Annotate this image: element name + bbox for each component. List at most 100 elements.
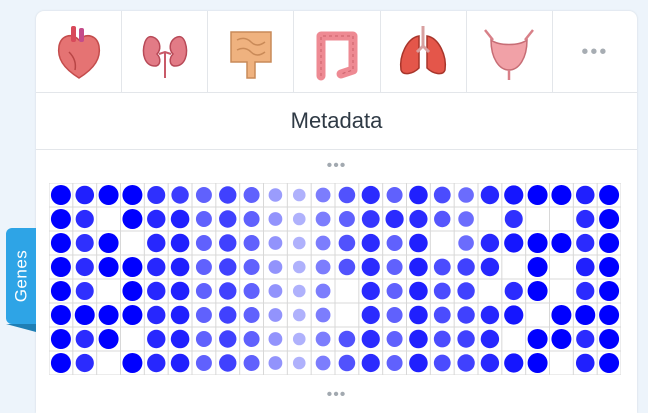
heatmap-dot[interactable]: [268, 284, 283, 298]
heatmap-dot[interactable]: [195, 187, 212, 203]
heatmap-dot[interactable]: [409, 305, 428, 325]
heatmap-dot[interactable]: [170, 233, 190, 253]
heatmap-dot[interactable]: [243, 211, 260, 227]
heatmap-dot[interactable]: [292, 284, 306, 298]
heatmap-dot[interactable]: [361, 233, 380, 253]
heatmap-dot[interactable]: [268, 308, 283, 322]
heatmap-dot[interactable]: [551, 233, 572, 253]
heatmap-dot[interactable]: [50, 329, 71, 349]
heatmap-dot[interactable]: [315, 283, 331, 299]
organ-cell-bladder[interactable]: [467, 11, 553, 92]
heatmap-dot[interactable]: [361, 210, 380, 228]
heatmap-dot[interactable]: [75, 257, 94, 277]
heatmap-dot[interactable]: [551, 329, 572, 349]
heatmap-dot[interactable]: [576, 281, 595, 301]
heatmap-dot[interactable]: [219, 210, 237, 228]
heatmap-dot[interactable]: [575, 353, 595, 373]
heatmap-dot[interactable]: [575, 305, 596, 325]
heatmap-dot[interactable]: [122, 353, 143, 373]
heatmap-dot[interactable]: [480, 233, 500, 253]
heatmap-dot[interactable]: [599, 257, 620, 277]
heatmap-dot[interactable]: [315, 307, 331, 323]
heatmap-dot[interactable]: [122, 281, 143, 301]
heatmap-dot[interactable]: [50, 185, 71, 205]
heatmap-dot[interactable]: [458, 187, 474, 203]
heatmap-dot[interactable]: [386, 307, 403, 323]
heatmap-dot[interactable]: [195, 283, 212, 299]
heatmap-dot[interactable]: [457, 306, 475, 324]
heatmap-dot[interactable]: [504, 353, 524, 373]
heatmap-dot[interactable]: [122, 257, 143, 277]
heatmap-dot[interactable]: [527, 281, 548, 301]
heatmap-dot[interactable]: [219, 282, 237, 300]
heatmap-dot[interactable]: [98, 257, 119, 277]
heatmap-dot[interactable]: [219, 234, 237, 252]
heatmap-dot[interactable]: [504, 210, 523, 228]
heatmap-dot[interactable]: [386, 355, 403, 371]
heatmap-dot[interactable]: [292, 308, 306, 322]
heatmap-dot[interactable]: [122, 209, 143, 229]
heatmap-dot[interactable]: [122, 185, 143, 205]
heatmap-dot[interactable]: [75, 329, 94, 349]
expand-bottom-button[interactable]: •••: [36, 387, 637, 403]
heatmap-dot[interactable]: [361, 329, 380, 349]
heatmap-dot[interactable]: [458, 235, 474, 251]
heatmap-dot[interactable]: [147, 209, 166, 229]
heatmap-dot[interactable]: [243, 307, 260, 323]
heatmap-dot[interactable]: [504, 185, 524, 205]
heatmap-dot[interactable]: [457, 354, 475, 372]
heatmap-dot[interactable]: [315, 187, 331, 203]
heatmap-dot[interactable]: [409, 281, 428, 301]
heatmap-dot[interactable]: [504, 305, 524, 325]
heatmap-dot[interactable]: [504, 281, 523, 301]
heatmap-dot[interactable]: [409, 353, 428, 373]
heatmap-dot[interactable]: [170, 353, 190, 373]
heatmap-dot[interactable]: [50, 233, 71, 253]
heatmap-dot[interactable]: [75, 353, 94, 373]
heatmap-dot[interactable]: [75, 209, 94, 229]
heatmap-dot[interactable]: [504, 233, 524, 253]
heatmap-dot[interactable]: [170, 281, 190, 301]
heatmap-dot[interactable]: [171, 186, 189, 204]
heatmap-dot[interactable]: [409, 329, 428, 349]
heatmap-dot[interactable]: [268, 356, 283, 370]
heatmap-dot[interactable]: [219, 186, 237, 204]
heatmap-dot[interactable]: [338, 330, 356, 348]
heatmap-dot[interactable]: [170, 305, 190, 325]
heatmap-dot[interactable]: [268, 212, 283, 226]
heatmap-dot[interactable]: [409, 233, 428, 253]
heatmap-dot[interactable]: [75, 185, 95, 205]
heatmap-dot[interactable]: [480, 329, 500, 349]
heatmap-dot[interactable]: [268, 260, 283, 274]
heatmap-dot[interactable]: [219, 306, 237, 324]
heatmap-dot[interactable]: [315, 331, 331, 347]
heatmap-dot[interactable]: [292, 236, 306, 250]
heatmap-dot[interactable]: [147, 305, 166, 325]
heatmap-dot[interactable]: [268, 188, 283, 202]
organ-cell-heart[interactable]: [36, 11, 123, 92]
heatmap-dot[interactable]: [98, 233, 119, 253]
heatmap-dot[interactable]: [74, 305, 95, 325]
heatmap-dot[interactable]: [576, 209, 595, 229]
heatmap-dot[interactable]: [599, 209, 620, 229]
heatmap-dot[interactable]: [361, 305, 380, 325]
heatmap-dot[interactable]: [480, 305, 500, 325]
heatmap-dot[interactable]: [361, 257, 380, 277]
heatmap-dot[interactable]: [480, 185, 500, 205]
heatmap-dot[interactable]: [386, 187, 403, 203]
heatmap-dot[interactable]: [195, 331, 212, 347]
heatmap-dot[interactable]: [457, 258, 475, 276]
heatmap-dot[interactable]: [50, 281, 71, 301]
heatmap-dot[interactable]: [599, 329, 620, 349]
heatmap-dot[interactable]: [433, 282, 451, 300]
heatmap-dot[interactable]: [219, 330, 237, 348]
heatmap-dot[interactable]: [243, 259, 260, 275]
heatmap-dot[interactable]: [292, 260, 306, 274]
heatmap-dot[interactable]: [385, 209, 404, 229]
heatmap-dot[interactable]: [599, 353, 620, 373]
expand-top-button[interactable]: •••: [36, 158, 637, 174]
heatmap-dot[interactable]: [170, 209, 190, 229]
heatmap-dot[interactable]: [243, 235, 260, 251]
heatmap-dot[interactable]: [243, 283, 260, 299]
heatmap-dot[interactable]: [480, 353, 500, 373]
